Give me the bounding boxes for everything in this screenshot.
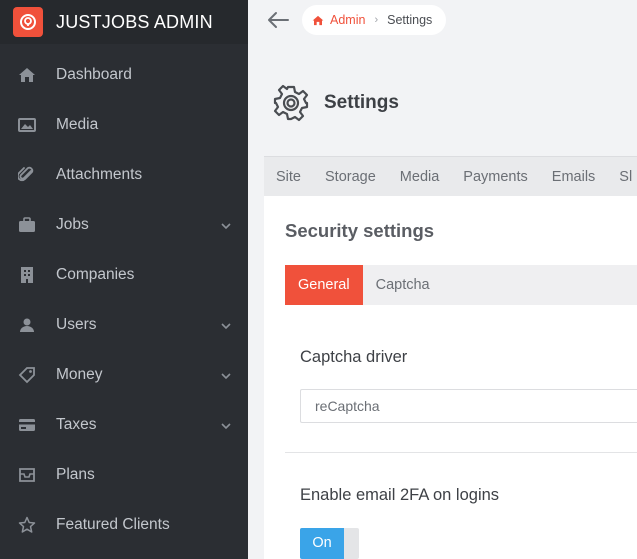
section-title: Security settings (285, 220, 435, 241)
breadcrumb: Admin › Settings (302, 5, 447, 35)
sidebar-item-label: Plans (56, 466, 95, 483)
captcha-driver-label: Captcha driver (300, 348, 408, 366)
sidebar-item-companies[interactable]: Companies (0, 250, 248, 300)
breadcrumb-admin-link[interactable]: Admin (312, 13, 365, 27)
tab-payments[interactable]: Payments (451, 169, 539, 185)
sidebar-item-label: Money (56, 366, 103, 383)
arrow-left-icon (268, 12, 289, 28)
subtab-captcha[interactable]: Captcha (363, 265, 443, 305)
tab-site[interactable]: Site (264, 169, 313, 185)
page-title: Settings (324, 92, 399, 113)
logo-icon (13, 7, 43, 37)
captcha-driver-select[interactable]: reCaptcha (300, 389, 637, 423)
inbox-icon (18, 466, 36, 484)
briefcase-icon (18, 216, 36, 234)
sidebar-item-label: Dashboard (56, 66, 132, 83)
sidebar-item-label: Users (56, 316, 97, 333)
star-icon (18, 516, 36, 534)
home-icon (312, 15, 324, 25)
chevron-down-icon (220, 369, 232, 381)
sidebar-item-users[interactable]: Users (0, 300, 248, 350)
sidebar-item-dashboard[interactable]: Dashboard (0, 50, 248, 100)
toggle-on-label: On (300, 528, 344, 559)
twofa-toggle[interactable]: On (300, 528, 359, 559)
sidebar-item-label: Attachments (56, 166, 143, 183)
sidebar: JUSTJOBS ADMIN Dashboard Media Attachmen… (0, 0, 248, 559)
sidebar-item-money[interactable]: Money (0, 350, 248, 400)
building-icon (18, 266, 36, 284)
twofa-label: Enable email 2FA on logins (300, 486, 500, 504)
credit-card-icon (18, 416, 36, 434)
brand-header[interactable]: JUSTJOBS ADMIN (0, 0, 248, 44)
security-panel: Security settings General Captcha Captch… (264, 196, 637, 559)
sidebar-item-featured-clients[interactable]: Featured Clients (0, 500, 248, 550)
sidebar-item-label: Jobs (56, 216, 89, 233)
tab-emails[interactable]: Emails (540, 169, 608, 185)
security-subtabs: General Captcha (285, 265, 637, 305)
breadcrumb-admin-label: Admin (330, 13, 366, 27)
chevron-right-icon: › (374, 14, 379, 26)
sidebar-item-label: Companies (56, 266, 135, 283)
subtab-general[interactable]: General (285, 265, 363, 305)
tag-icon (18, 366, 36, 384)
tab-truncated[interactable]: Sl (607, 169, 637, 185)
paperclip-icon (18, 166, 36, 184)
gear-icon (273, 84, 309, 122)
sidebar-item-taxes[interactable]: Taxes (0, 400, 248, 450)
sidebar-item-label: Media (56, 116, 99, 133)
main-content: Admin › Settings Settings Site Storage M… (248, 0, 637, 559)
image-icon (18, 116, 36, 134)
chevron-down-icon (220, 219, 232, 231)
user-icon (18, 316, 36, 334)
sidebar-item-plans[interactable]: Plans (0, 450, 248, 500)
sidebar-item-attachments[interactable]: Attachments (0, 150, 248, 200)
divider (285, 452, 637, 453)
app-title: JUSTJOBS ADMIN (56, 11, 213, 32)
sidebar-item-media[interactable]: Media (0, 100, 248, 150)
tab-storage[interactable]: Storage (313, 169, 388, 185)
settings-tabs: Site Storage Media Payments Emails Sl (264, 156, 637, 196)
chevron-down-icon (220, 319, 232, 331)
sidebar-item-label: Taxes (56, 416, 97, 433)
chevron-down-icon (220, 419, 232, 431)
home-icon (18, 66, 36, 84)
sidebar-item-jobs[interactable]: Jobs (0, 200, 248, 250)
sidebar-nav: Dashboard Media Attachments Jobs Compani… (0, 50, 248, 550)
topbar: Admin › Settings (248, 0, 637, 40)
sidebar-item-label: Featured Clients (56, 516, 170, 533)
tab-media[interactable]: Media (388, 169, 452, 185)
page-header: Settings (272, 84, 399, 122)
back-button[interactable] (266, 8, 290, 32)
breadcrumb-current: Settings (387, 13, 433, 27)
